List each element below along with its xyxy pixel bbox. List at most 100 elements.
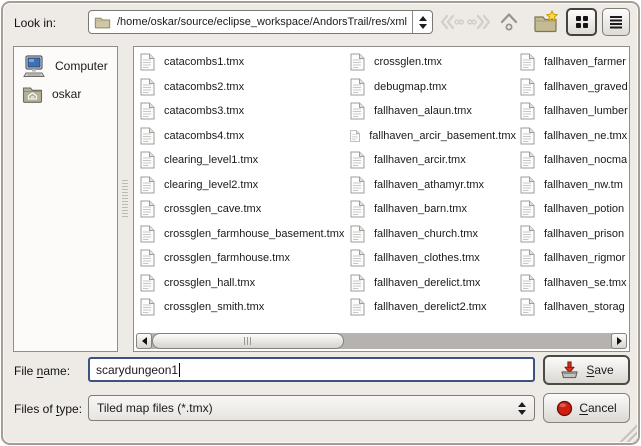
scrollbar-thumb[interactable] xyxy=(152,333,344,349)
file-name-label: clearing_level1.tmx xyxy=(164,154,258,166)
back-button[interactable] xyxy=(438,10,464,34)
document-icon xyxy=(140,298,155,316)
up-folder-button[interactable] xyxy=(496,10,522,34)
file-item[interactable]: catacombs3.tmx xyxy=(136,99,346,124)
file-name-label: crossglen_smith.tmx xyxy=(164,301,264,313)
file-item[interactable]: fallhaven_graved xyxy=(516,75,629,100)
file-item[interactable]: fallhaven_athamyr.tmx xyxy=(346,173,516,198)
file-item[interactable]: fallhaven_barn.tmx xyxy=(346,197,516,222)
grid-view-button[interactable] xyxy=(566,8,597,36)
file-item[interactable]: fallhaven_nw.tm xyxy=(516,173,629,198)
file-name-label: fallhaven_clothes.tmx xyxy=(374,252,480,264)
file-item[interactable]: fallhaven_lumber xyxy=(516,99,629,124)
file-item[interactable]: crossglen_smith.tmx xyxy=(136,295,346,320)
file-name-label: crossglen_cave.tmx xyxy=(164,203,261,215)
file-name-label: debugmap.tmx xyxy=(374,81,447,93)
folder-icon xyxy=(94,15,111,29)
file-column-3: fallhaven_farmer fallhaven_graved fallha… xyxy=(516,50,629,322)
file-item[interactable]: fallhaven_derelict2.tmx xyxy=(346,295,516,320)
file-name-label: fallhaven_prison xyxy=(544,228,624,240)
file-item[interactable]: fallhaven_ne.tmx xyxy=(516,124,629,149)
file-item[interactable]: fallhaven_se.tmx xyxy=(516,271,629,296)
file-column-2: crossglen.tmx debugmap.tmx fallhaven_ala… xyxy=(346,50,516,322)
file-item[interactable]: fallhaven_derelict.tmx xyxy=(346,271,516,296)
scroll-left-button[interactable] xyxy=(136,333,152,349)
file-item[interactable]: clearing_level1.tmx xyxy=(136,148,346,173)
file-item[interactable]: fallhaven_church.tmx xyxy=(346,222,516,247)
file-item[interactable]: fallhaven_arcir.tmx xyxy=(346,148,516,173)
file-item[interactable]: fallhaven_clothes.tmx xyxy=(346,246,516,271)
file-item[interactable]: crossglen_farmhouse_basement.tmx xyxy=(136,222,346,247)
document-icon xyxy=(140,78,155,96)
new-folder-button[interactable] xyxy=(531,8,561,36)
document-icon xyxy=(350,102,365,120)
cancel-icon xyxy=(556,400,573,417)
scroll-right-icon xyxy=(617,337,622,345)
file-type-spinner[interactable] xyxy=(510,396,534,420)
file-type-combobox[interactable]: Tiled map files (*.tmx) xyxy=(88,395,535,421)
file-item[interactable]: crossglen.tmx xyxy=(346,50,516,75)
file-name-label: fallhaven_potion xyxy=(544,203,624,215)
file-column-1: catacombs1.tmx catacombs2.tmx catacombs3… xyxy=(136,50,346,322)
file-item[interactable]: fallhaven_nocma xyxy=(516,148,629,173)
file-item[interactable]: fallhaven_potion xyxy=(516,197,629,222)
file-item[interactable]: fallhaven_rigmor xyxy=(516,246,629,271)
file-item[interactable]: debugmap.tmx xyxy=(346,75,516,100)
file-name-label: catacombs1.tmx xyxy=(164,56,244,68)
document-icon xyxy=(140,200,155,218)
document-icon xyxy=(350,200,365,218)
document-icon xyxy=(520,225,535,243)
save-button-label: Save xyxy=(586,363,613,377)
file-name-label: catacombs4.tmx xyxy=(164,130,244,142)
document-icon xyxy=(350,78,365,96)
cancel-button[interactable]: Cancel xyxy=(543,393,630,423)
file-item[interactable]: clearing_level2.tmx xyxy=(136,173,346,198)
file-item[interactable]: fallhaven_farmer xyxy=(516,50,629,75)
file-item[interactable]: fallhaven_prison xyxy=(516,222,629,247)
file-item[interactable]: fallhaven_arcir_basement.tmx xyxy=(346,124,516,149)
document-icon xyxy=(520,78,535,96)
file-name-label: fallhaven_graved xyxy=(544,81,628,93)
document-icon xyxy=(350,298,365,316)
file-name-input[interactable]: scarydungeon1 xyxy=(88,357,535,382)
file-name-label: fallhaven_farmer xyxy=(544,56,626,68)
list-view-button[interactable] xyxy=(602,8,630,36)
cancel-button-label: Cancel xyxy=(579,401,616,415)
look-in-combobox[interactable]: /home/oskar/source/eclipse_workspace/And… xyxy=(88,10,433,34)
sidebar-item-label: oskar xyxy=(52,87,81,101)
forward-button[interactable] xyxy=(467,10,493,34)
file-item[interactable]: catacombs2.tmx xyxy=(136,75,346,100)
document-icon xyxy=(140,151,155,169)
scroll-right-button[interactable] xyxy=(611,333,627,349)
scrollbar-grip-icon xyxy=(244,337,252,345)
file-item[interactable]: fallhaven_storag xyxy=(516,295,629,320)
text-caret xyxy=(179,363,180,377)
document-icon xyxy=(350,53,365,71)
file-name-label: catacombs2.tmx xyxy=(164,81,244,93)
file-item[interactable]: crossglen_hall.tmx xyxy=(136,271,346,296)
file-item[interactable]: fallhaven_alaun.tmx xyxy=(346,99,516,124)
file-name-value: scarydungeon1 xyxy=(96,363,178,377)
document-icon xyxy=(140,53,155,71)
sidebar-item-label: Computer xyxy=(55,59,108,73)
panel-splitter-handle[interactable] xyxy=(122,180,128,218)
path-combo-spinner[interactable] xyxy=(412,11,432,33)
sidebar-item-oskar[interactable]: oskar xyxy=(14,80,117,108)
horizontal-scrollbar[interactable] xyxy=(136,333,627,349)
file-name-label: File name: xyxy=(14,364,70,378)
home-folder-icon xyxy=(22,85,43,103)
file-item[interactable]: crossglen_cave.tmx xyxy=(136,197,346,222)
file-item[interactable]: catacombs1.tmx xyxy=(136,50,346,75)
document-icon xyxy=(520,102,535,120)
file-item[interactable]: crossglen_farmhouse.tmx xyxy=(136,246,346,271)
file-name-label: fallhaven_barn.tmx xyxy=(374,203,467,215)
document-icon xyxy=(140,176,155,194)
file-name-label: fallhaven_storag xyxy=(544,301,625,313)
save-button[interactable]: Save xyxy=(543,355,630,385)
file-name-label: fallhaven_lumber xyxy=(544,105,628,117)
file-name-label: crossglen_hall.tmx xyxy=(164,277,255,289)
sidebar-item-computer[interactable]: Computer xyxy=(14,52,117,80)
file-item[interactable]: catacombs4.tmx xyxy=(136,124,346,149)
document-icon xyxy=(140,127,155,145)
file-name-label: fallhaven_rigmor xyxy=(544,252,625,264)
